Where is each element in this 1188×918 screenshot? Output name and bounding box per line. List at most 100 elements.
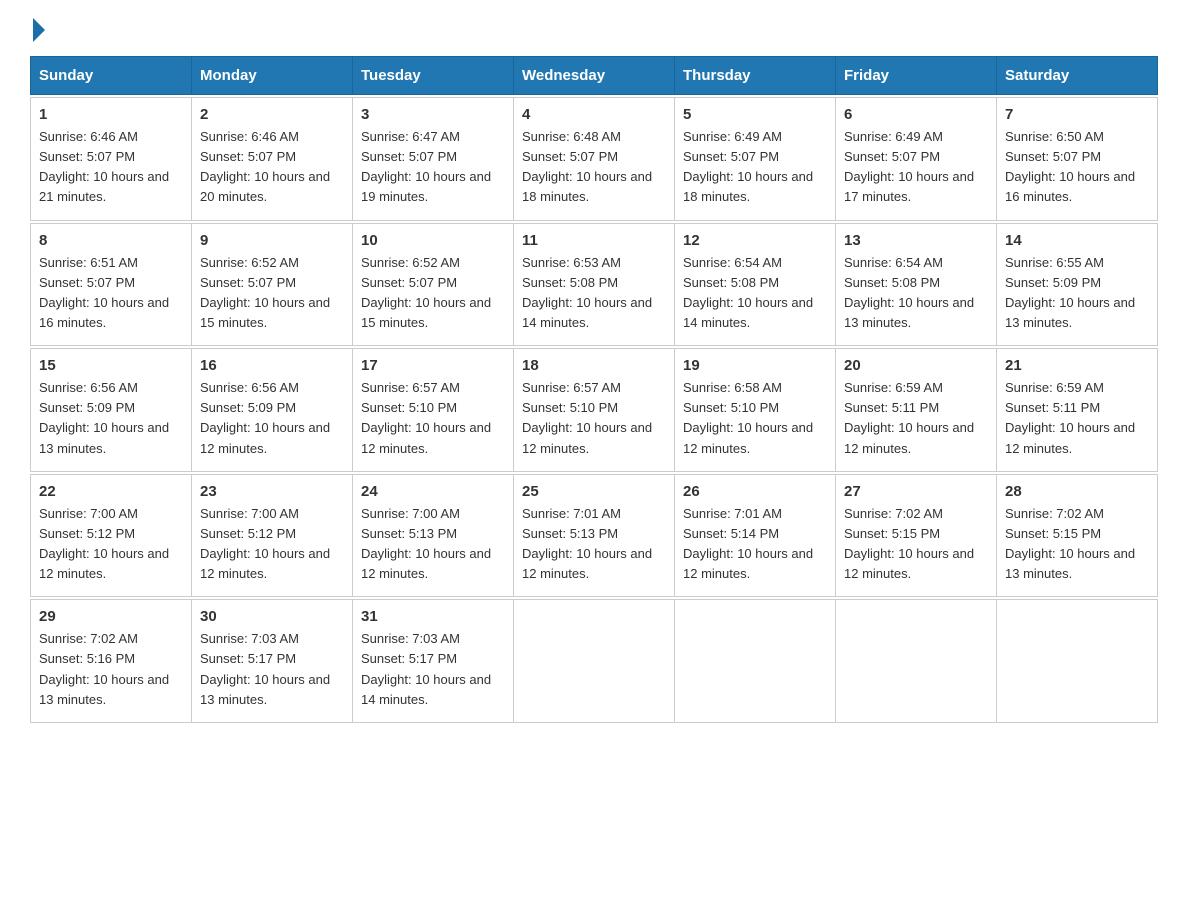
- calendar-cell: 22 Sunrise: 7:00 AMSunset: 5:12 PMDaylig…: [31, 474, 192, 597]
- calendar-cell: 18 Sunrise: 6:57 AMSunset: 5:10 PMDaylig…: [514, 349, 675, 472]
- day-info: Sunrise: 7:02 AMSunset: 5:16 PMDaylight:…: [39, 631, 169, 706]
- day-info: Sunrise: 6:57 AMSunset: 5:10 PMDaylight:…: [522, 380, 652, 455]
- day-info: Sunrise: 7:00 AMSunset: 5:12 PMDaylight:…: [39, 506, 169, 581]
- day-number: 22: [39, 483, 183, 500]
- day-info: Sunrise: 6:56 AMSunset: 5:09 PMDaylight:…: [39, 380, 169, 455]
- page-header: [30, 20, 1158, 38]
- day-number: 25: [522, 483, 666, 500]
- calendar-cell: 12 Sunrise: 6:54 AMSunset: 5:08 PMDaylig…: [675, 223, 836, 346]
- day-info: Sunrise: 6:55 AMSunset: 5:09 PMDaylight:…: [1005, 255, 1135, 330]
- day-info: Sunrise: 6:54 AMSunset: 5:08 PMDaylight:…: [844, 255, 974, 330]
- week-row-3: 22 Sunrise: 7:00 AMSunset: 5:12 PMDaylig…: [31, 474, 1158, 597]
- calendar-cell: 30 Sunrise: 7:03 AMSunset: 5:17 PMDaylig…: [192, 600, 353, 723]
- calendar-cell: 9 Sunrise: 6:52 AMSunset: 5:07 PMDayligh…: [192, 223, 353, 346]
- day-number: 14: [1005, 232, 1149, 249]
- calendar-cell: 13 Sunrise: 6:54 AMSunset: 5:08 PMDaylig…: [836, 223, 997, 346]
- day-info: Sunrise: 6:56 AMSunset: 5:09 PMDaylight:…: [200, 380, 330, 455]
- week-row-4: 29 Sunrise: 7:02 AMSunset: 5:16 PMDaylig…: [31, 600, 1158, 723]
- calendar-cell: [514, 600, 675, 723]
- day-number: 2: [200, 106, 344, 123]
- calendar-cell: 17 Sunrise: 6:57 AMSunset: 5:10 PMDaylig…: [353, 349, 514, 472]
- calendar-cell: 27 Sunrise: 7:02 AMSunset: 5:15 PMDaylig…: [836, 474, 997, 597]
- day-number: 5: [683, 106, 827, 123]
- day-info: Sunrise: 7:01 AMSunset: 5:14 PMDaylight:…: [683, 506, 813, 581]
- day-number: 30: [200, 608, 344, 625]
- day-info: Sunrise: 6:46 AMSunset: 5:07 PMDaylight:…: [39, 129, 169, 204]
- day-info: Sunrise: 6:52 AMSunset: 5:07 PMDaylight:…: [200, 255, 330, 330]
- day-number: 9: [200, 232, 344, 249]
- calendar-cell: 25 Sunrise: 7:01 AMSunset: 5:13 PMDaylig…: [514, 474, 675, 597]
- day-number: 11: [522, 232, 666, 249]
- day-number: 23: [200, 483, 344, 500]
- logo-triangle-icon: [33, 18, 45, 42]
- day-number: 26: [683, 483, 827, 500]
- day-header-friday: Friday: [836, 57, 997, 95]
- day-number: 12: [683, 232, 827, 249]
- day-number: 28: [1005, 483, 1149, 500]
- calendar-cell: 4 Sunrise: 6:48 AMSunset: 5:07 PMDayligh…: [514, 98, 675, 221]
- day-number: 13: [844, 232, 988, 249]
- day-number: 24: [361, 483, 505, 500]
- day-info: Sunrise: 7:02 AMSunset: 5:15 PMDaylight:…: [1005, 506, 1135, 581]
- day-info: Sunrise: 7:01 AMSunset: 5:13 PMDaylight:…: [522, 506, 652, 581]
- day-number: 4: [522, 106, 666, 123]
- calendar-cell: 16 Sunrise: 6:56 AMSunset: 5:09 PMDaylig…: [192, 349, 353, 472]
- day-header-monday: Monday: [192, 57, 353, 95]
- day-number: 7: [1005, 106, 1149, 123]
- day-info: Sunrise: 6:49 AMSunset: 5:07 PMDaylight:…: [683, 129, 813, 204]
- calendar-table: SundayMondayTuesdayWednesdayThursdayFrid…: [30, 56, 1158, 723]
- day-number: 21: [1005, 357, 1149, 374]
- day-number: 18: [522, 357, 666, 374]
- day-info: Sunrise: 6:53 AMSunset: 5:08 PMDaylight:…: [522, 255, 652, 330]
- day-info: Sunrise: 7:00 AMSunset: 5:13 PMDaylight:…: [361, 506, 491, 581]
- day-info: Sunrise: 6:58 AMSunset: 5:10 PMDaylight:…: [683, 380, 813, 455]
- day-info: Sunrise: 7:03 AMSunset: 5:17 PMDaylight:…: [200, 631, 330, 706]
- calendar-cell: 31 Sunrise: 7:03 AMSunset: 5:17 PMDaylig…: [353, 600, 514, 723]
- calendar-cell: [836, 600, 997, 723]
- logo: [30, 20, 45, 38]
- day-header-sunday: Sunday: [31, 57, 192, 95]
- calendar-header-row: SundayMondayTuesdayWednesdayThursdayFrid…: [31, 57, 1158, 95]
- day-info: Sunrise: 7:03 AMSunset: 5:17 PMDaylight:…: [361, 631, 491, 706]
- calendar-cell: [675, 600, 836, 723]
- day-number: 6: [844, 106, 988, 123]
- day-info: Sunrise: 6:49 AMSunset: 5:07 PMDaylight:…: [844, 129, 974, 204]
- day-header-saturday: Saturday: [997, 57, 1158, 95]
- calendar-cell: 2 Sunrise: 6:46 AMSunset: 5:07 PMDayligh…: [192, 98, 353, 221]
- calendar-cell: [997, 600, 1158, 723]
- calendar-cell: 7 Sunrise: 6:50 AMSunset: 5:07 PMDayligh…: [997, 98, 1158, 221]
- calendar-cell: 19 Sunrise: 6:58 AMSunset: 5:10 PMDaylig…: [675, 349, 836, 472]
- day-header-tuesday: Tuesday: [353, 57, 514, 95]
- calendar-cell: 5 Sunrise: 6:49 AMSunset: 5:07 PMDayligh…: [675, 98, 836, 221]
- day-number: 16: [200, 357, 344, 374]
- day-number: 3: [361, 106, 505, 123]
- day-number: 17: [361, 357, 505, 374]
- day-number: 27: [844, 483, 988, 500]
- day-number: 19: [683, 357, 827, 374]
- day-info: Sunrise: 6:57 AMSunset: 5:10 PMDaylight:…: [361, 380, 491, 455]
- day-number: 29: [39, 608, 183, 625]
- day-header-thursday: Thursday: [675, 57, 836, 95]
- calendar-cell: 14 Sunrise: 6:55 AMSunset: 5:09 PMDaylig…: [997, 223, 1158, 346]
- day-number: 10: [361, 232, 505, 249]
- calendar-cell: 10 Sunrise: 6:52 AMSunset: 5:07 PMDaylig…: [353, 223, 514, 346]
- day-info: Sunrise: 6:59 AMSunset: 5:11 PMDaylight:…: [844, 380, 974, 455]
- day-info: Sunrise: 6:48 AMSunset: 5:07 PMDaylight:…: [522, 129, 652, 204]
- calendar-cell: 21 Sunrise: 6:59 AMSunset: 5:11 PMDaylig…: [997, 349, 1158, 472]
- calendar-cell: 23 Sunrise: 7:00 AMSunset: 5:12 PMDaylig…: [192, 474, 353, 597]
- week-row-0: 1 Sunrise: 6:46 AMSunset: 5:07 PMDayligh…: [31, 98, 1158, 221]
- calendar-cell: 1 Sunrise: 6:46 AMSunset: 5:07 PMDayligh…: [31, 98, 192, 221]
- day-number: 20: [844, 357, 988, 374]
- calendar-cell: 6 Sunrise: 6:49 AMSunset: 5:07 PMDayligh…: [836, 98, 997, 221]
- day-number: 31: [361, 608, 505, 625]
- day-number: 8: [39, 232, 183, 249]
- calendar-cell: 3 Sunrise: 6:47 AMSunset: 5:07 PMDayligh…: [353, 98, 514, 221]
- calendar-cell: 15 Sunrise: 6:56 AMSunset: 5:09 PMDaylig…: [31, 349, 192, 472]
- week-row-2: 15 Sunrise: 6:56 AMSunset: 5:09 PMDaylig…: [31, 349, 1158, 472]
- day-info: Sunrise: 7:02 AMSunset: 5:15 PMDaylight:…: [844, 506, 974, 581]
- calendar-cell: 11 Sunrise: 6:53 AMSunset: 5:08 PMDaylig…: [514, 223, 675, 346]
- day-info: Sunrise: 6:59 AMSunset: 5:11 PMDaylight:…: [1005, 380, 1135, 455]
- calendar-cell: 8 Sunrise: 6:51 AMSunset: 5:07 PMDayligh…: [31, 223, 192, 346]
- calendar-cell: 28 Sunrise: 7:02 AMSunset: 5:15 PMDaylig…: [997, 474, 1158, 597]
- calendar-cell: 20 Sunrise: 6:59 AMSunset: 5:11 PMDaylig…: [836, 349, 997, 472]
